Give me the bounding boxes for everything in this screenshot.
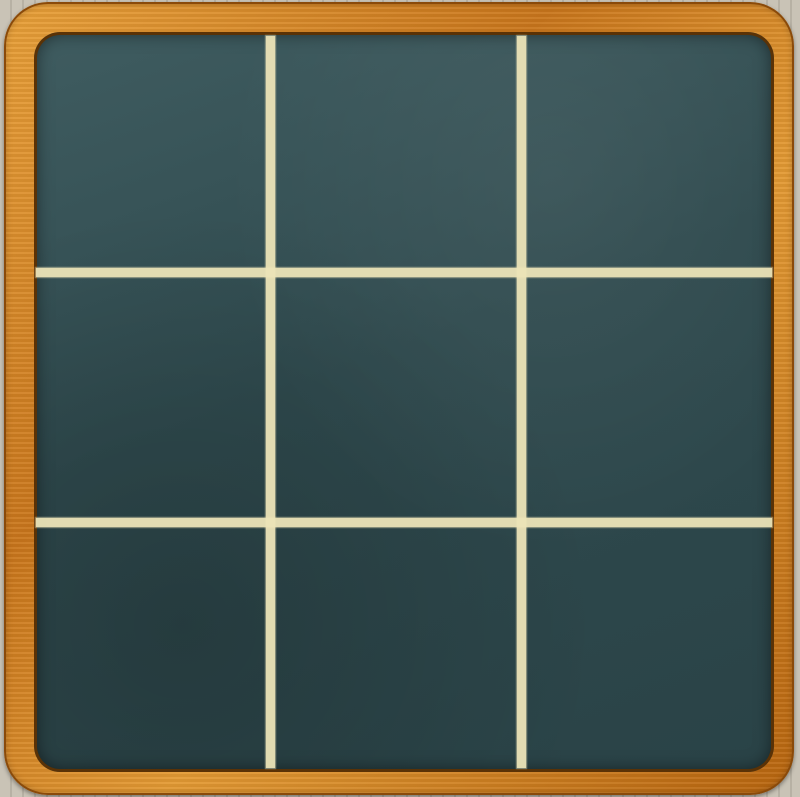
grid-line-horizontal-2 (36, 518, 772, 527)
chalkboard (34, 32, 774, 772)
cell-4[interactable] (34, 277, 272, 515)
grid-line-vertical-2 (517, 36, 526, 768)
game-background (0, 0, 800, 797)
cell-6[interactable] (527, 277, 765, 515)
cell-1[interactable] (34, 32, 272, 270)
wooden-board-frame (4, 2, 794, 795)
cell-3[interactable] (527, 32, 765, 270)
cell-8[interactable] (276, 528, 514, 766)
cell-2[interactable] (276, 32, 514, 270)
cell-5[interactable] (276, 277, 514, 515)
grid-line-vertical-1 (266, 36, 275, 768)
cell-9[interactable] (527, 528, 765, 766)
grid-line-horizontal-1 (36, 268, 772, 277)
cell-7[interactable] (34, 528, 272, 766)
